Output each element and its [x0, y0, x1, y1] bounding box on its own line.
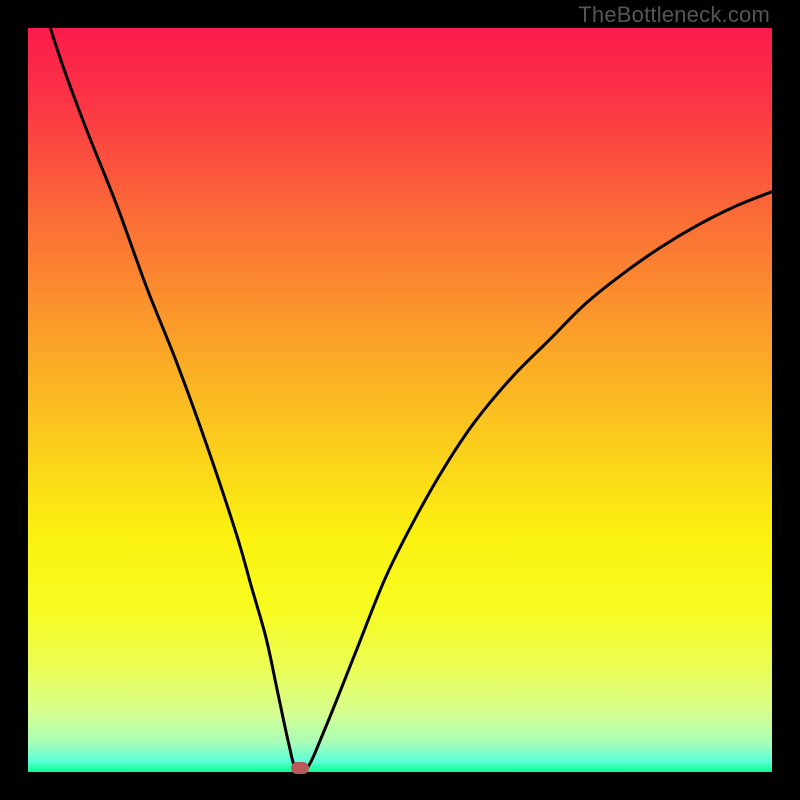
bottleneck-curve [50, 28, 772, 772]
curve-layer [28, 28, 772, 772]
chart-frame: TheBottleneck.com [0, 0, 800, 800]
watermark-label: TheBottleneck.com [578, 2, 770, 28]
optimum-marker [291, 762, 309, 774]
